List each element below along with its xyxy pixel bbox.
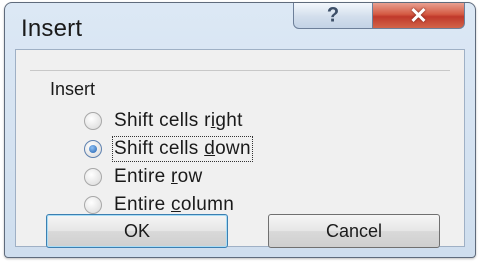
radio-shift-cells-right[interactable] xyxy=(84,112,102,130)
close-icon: ✕ xyxy=(409,2,428,28)
close-button[interactable]: ✕ xyxy=(373,3,465,29)
option-label: Entire row xyxy=(114,166,203,187)
dialog-body: Insert Shift cells right Shift cells dow… xyxy=(15,49,465,248)
radio-shift-cells-down[interactable] xyxy=(84,140,102,158)
help-button[interactable]: ? xyxy=(293,3,373,29)
radio-entire-row[interactable] xyxy=(84,168,102,186)
insert-options-group: Insert Shift cells right Shift cells dow… xyxy=(30,70,450,215)
option-shift-cells-down[interactable]: Shift cells down xyxy=(84,136,253,162)
caption-buttons: ? ✕ xyxy=(293,3,465,29)
option-entire-row[interactable]: Entire row xyxy=(84,165,203,189)
dialog-title: Insert xyxy=(21,15,83,42)
title-bar[interactable]: Insert ? ✕ xyxy=(5,3,475,45)
cancel-button[interactable]: Cancel xyxy=(268,214,440,248)
help-icon: ? xyxy=(326,3,340,27)
ok-button[interactable]: OK xyxy=(46,214,228,248)
option-shift-cells-right[interactable]: Shift cells right xyxy=(84,109,243,133)
group-label: Insert xyxy=(48,79,98,100)
insert-dialog: Insert ? ✕ Insert Shift cells right Shif… xyxy=(4,2,476,258)
option-label: Entire column xyxy=(114,194,235,215)
option-label: Shift cells right xyxy=(114,110,243,131)
option-label: Shift cells down xyxy=(112,136,253,162)
radio-entire-column[interactable] xyxy=(84,196,102,214)
